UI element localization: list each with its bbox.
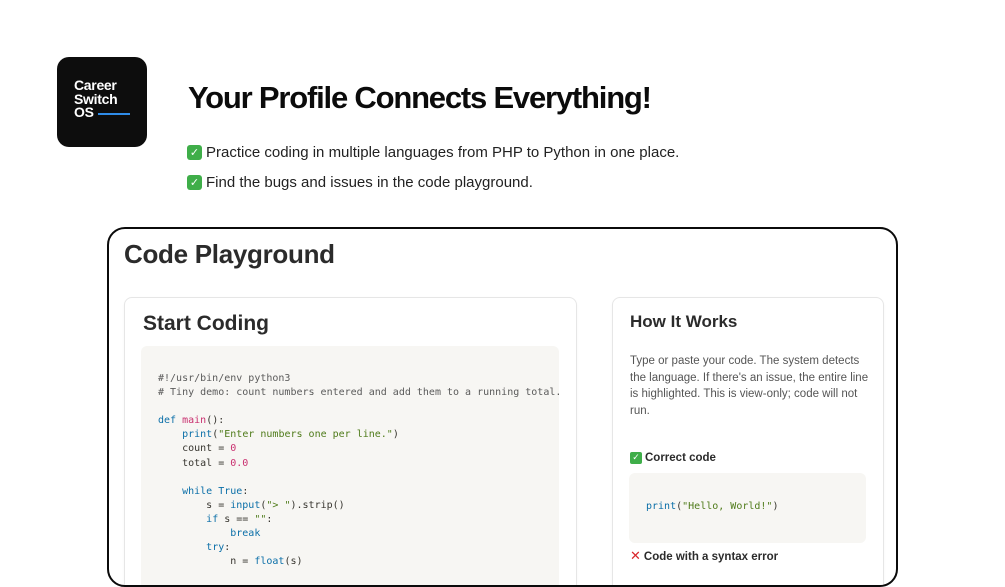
code-line[interactable]: #!/usr/bin/env python3: [158, 373, 290, 384]
how-it-works-description: Type or paste your code. The system dete…: [630, 355, 869, 418]
code-line[interactable]: count = 0: [158, 443, 236, 454]
code-line[interactable]: def main():: [158, 415, 224, 426]
code-line[interactable]: try:: [158, 542, 230, 553]
code-line[interactable]: while True:: [158, 486, 248, 497]
correct-code-label: ✓ Correct code: [630, 452, 716, 464]
code-editor[interactable]: #!/usr/bin/env python3 # Tiny demo: coun…: [141, 346, 561, 585]
example-string: "Hello, World!": [682, 501, 773, 512]
code-line[interactable]: # Tiny demo: count numbers entered and a…: [158, 387, 561, 398]
code-playground-window: Code Playground Start Coding #!/usr/bin/…: [107, 227, 898, 587]
code-line[interactable]: s = input("> ").strip(): [158, 500, 345, 511]
start-coding-title: Start Coding: [143, 312, 269, 335]
logo-accent-bar: [97, 112, 130, 115]
checkmark-icon: ✓: [187, 175, 202, 190]
code-line[interactable]: break: [158, 528, 260, 539]
feature-bullet-2-text: Find the bugs and issues in the code pla…: [206, 174, 533, 191]
how-it-works-title: How It Works: [630, 312, 738, 331]
feature-bullet-1-text: Practice coding in multiple languages fr…: [206, 144, 680, 161]
how-it-works-card: How It Works Type or paste your code. Th…: [612, 297, 884, 585]
cross-icon: ✕: [630, 549, 641, 564]
code-line[interactable]: print("Enter numbers one per line."): [158, 429, 399, 440]
syntax-error-label-text: Code with a syntax error: [643, 550, 779, 563]
feature-bullet-2: ✓ Find the bugs and issues in the code p…: [187, 174, 533, 191]
code-line[interactable]: [158, 472, 164, 483]
code-line[interactable]: total = 0.0: [158, 458, 248, 469]
code-line[interactable]: if s == "":: [158, 514, 272, 525]
page-headline: Your Profile Connects Everything!: [188, 80, 652, 115]
logo-text-os-row: OS: [74, 104, 147, 120]
example-paren-close: ): [772, 501, 779, 512]
correct-code-label-text: Correct code: [645, 452, 716, 464]
checkmark-icon: ✓: [630, 452, 642, 464]
code-editor-content[interactable]: #!/usr/bin/env python3 # Tiny demo: coun…: [158, 372, 561, 569]
code-line[interactable]: n = float(s): [158, 556, 302, 567]
code-line[interactable]: [158, 401, 164, 412]
syntax-error-label: ✕ Code with a syntax error: [630, 549, 778, 564]
example-print-keyword: print: [646, 501, 677, 512]
checkmark-icon: ✓: [187, 145, 202, 160]
feature-bullet-1: ✓ Practice coding in multiple languages …: [187, 144, 679, 161]
logo-text-os: OS: [74, 104, 94, 120]
start-coding-card: Start Coding #!/usr/bin/env python3 # Ti…: [124, 297, 577, 585]
playground-title: Code Playground: [124, 239, 335, 269]
correct-code-example: print("Hello, World!"): [629, 473, 866, 543]
career-switch-os-logo: Career Switch OS: [57, 57, 147, 147]
